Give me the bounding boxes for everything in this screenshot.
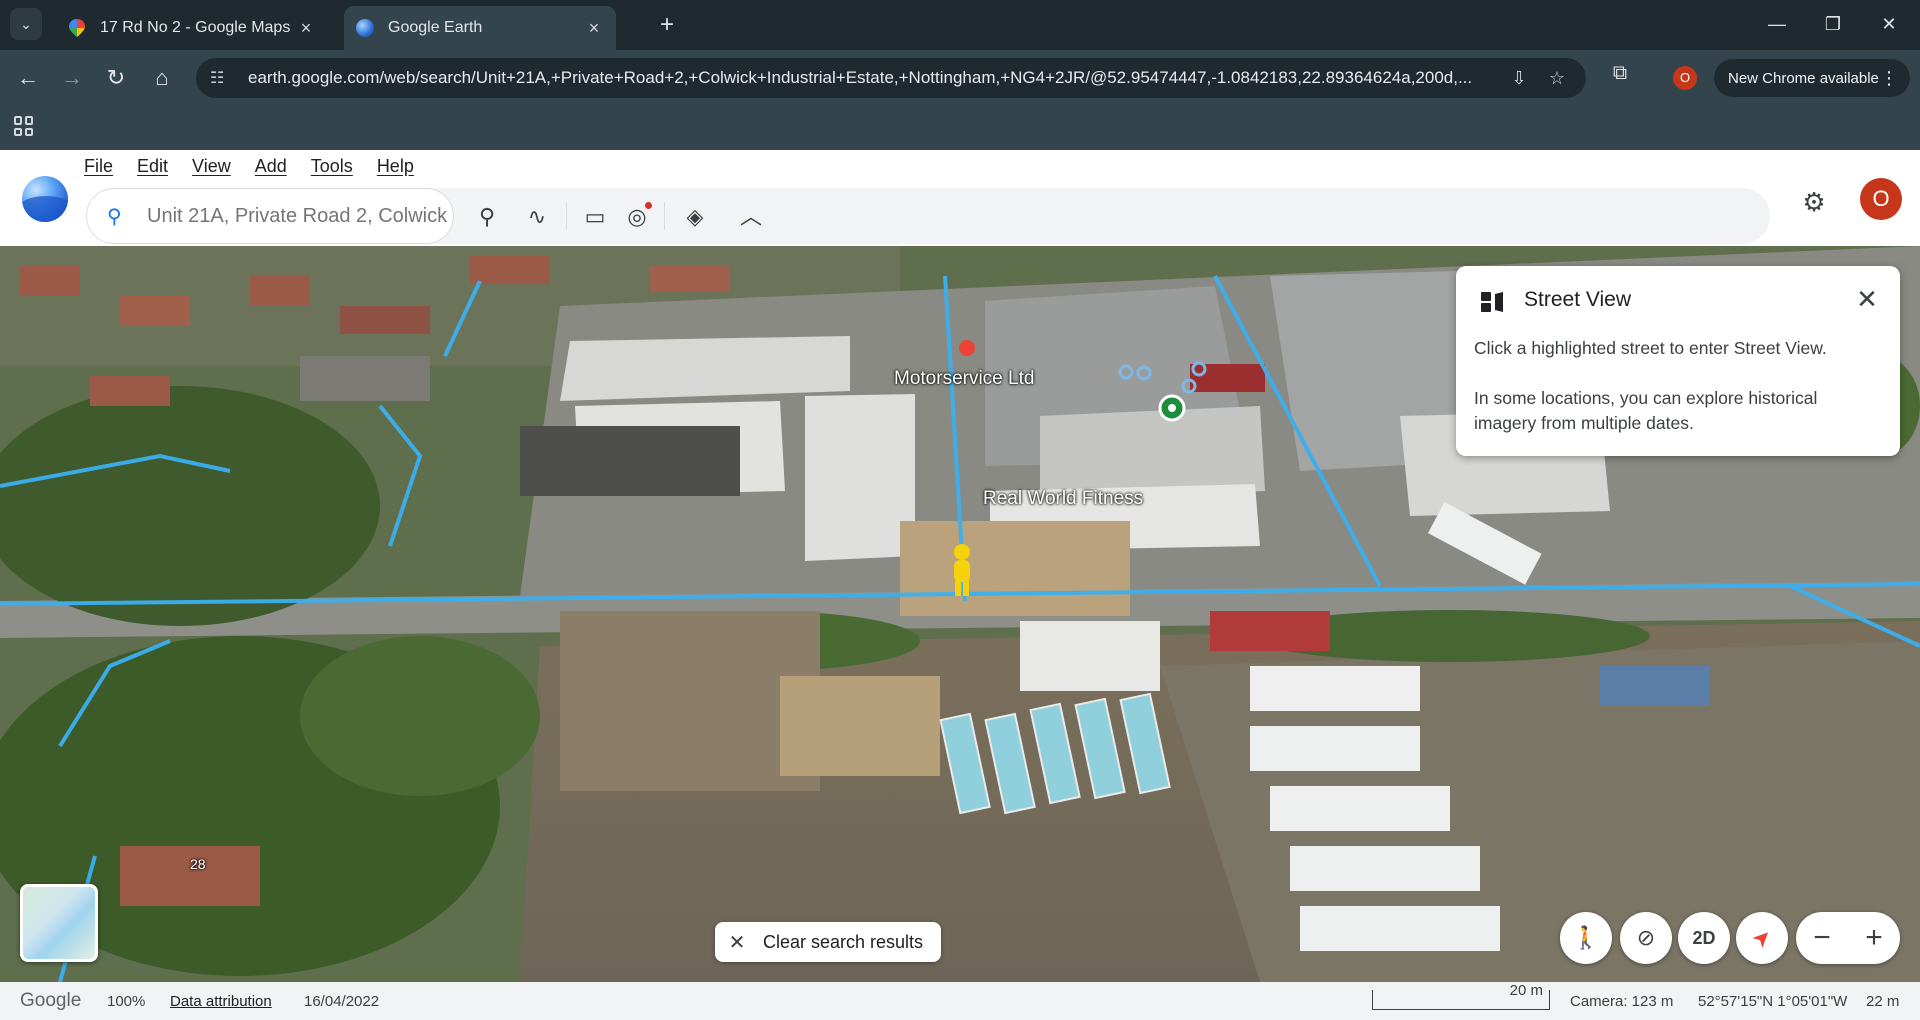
scale-bar: 20 m <box>1372 982 1550 1010</box>
bookmark-star-icon[interactable]: ☆ <box>1542 68 1572 89</box>
zoom-out-button[interactable]: − <box>1796 912 1848 964</box>
street-view-panel: Street View ✕ Click a highlighted street… <box>1456 266 1900 456</box>
toolbar-divider <box>566 202 567 230</box>
menu-file[interactable]: File <box>84 156 113 177</box>
zoom-level: 100% <box>107 993 146 1010</box>
google-earth-icon <box>356 19 374 37</box>
apps-grid-icon[interactable] <box>14 116 34 136</box>
menu-help[interactable]: Help <box>377 156 414 177</box>
tab-title: Google Earth <box>388 19 483 36</box>
minimap-thumbnail[interactable] <box>20 884 98 962</box>
scale-label: 20 m <box>1509 982 1543 999</box>
placemark-tool-icon[interactable]: ⚲ <box>470 200 504 234</box>
pegman-glyph: 🚶 <box>1572 925 1600 950</box>
north-reset-icon: ⊘ <box>1636 925 1656 950</box>
menu-view[interactable]: View <box>192 156 231 177</box>
new-tab-button[interactable]: + <box>652 10 682 40</box>
path-tool-icon[interactable]: ∿ <box>520 200 554 234</box>
search-input[interactable] <box>147 204 447 228</box>
street-view-icon <box>1481 292 1503 312</box>
layers-tool-icon[interactable]: ◈ <box>678 200 712 234</box>
voyager-glyph: ◎ <box>627 204 647 229</box>
maximize-button[interactable]: ❐ <box>1810 8 1856 40</box>
notification-dot <box>645 202 652 209</box>
install-app-icon[interactable]: ⇩ <box>1504 68 1534 89</box>
tab-strip: ⌄ 17 Rd No 2 - Google Maps × Google Eart… <box>0 0 1920 50</box>
place-label-motorservice[interactable]: Motorservice Ltd <box>894 368 1034 390</box>
close-icon: ✕ <box>728 931 746 954</box>
search-box[interactable]: ⚲ <box>86 188 454 244</box>
more-menu-icon[interactable]: ⋮ <box>1880 68 1898 89</box>
update-chip-label: New Chrome available <box>1728 69 1879 87</box>
search-icon[interactable]: ⚲ <box>107 204 129 229</box>
google-maps-pin-icon <box>68 19 86 37</box>
zoom-in-button[interactable]: + <box>1848 912 1900 964</box>
status-bar: Google 100% Data attribution 16/04/2022 … <box>0 982 1920 1020</box>
menu-edit[interactable]: Edit <box>137 156 168 177</box>
data-attribution-link[interactable]: Data attribution <box>170 993 272 1010</box>
clear-search-label: Clear search results <box>763 931 924 952</box>
house-number-label: 28 <box>190 856 206 872</box>
url-text[interactable]: earth.google.com/web/search/Unit+21A,+Pr… <box>248 68 1496 88</box>
clear-search-results-button[interactable]: ✕ Clear search results <box>715 922 941 962</box>
forward-button[interactable]: → <box>56 62 88 94</box>
earth-app-bar: File Edit View Add Tools Help ⚲ ⚲ ∿ ▭ ◎ … <box>0 150 1920 246</box>
close-icon[interactable]: ✕ <box>1852 284 1882 314</box>
extensions-icon[interactable]: ⧉ <box>1605 62 1635 92</box>
bookmarks-bar <box>0 106 1920 150</box>
site-info-icon[interactable]: ☷ <box>210 68 232 88</box>
settings-gear-icon[interactable]: ⚙ <box>1796 184 1832 220</box>
compass-needle: ➤ <box>1746 922 1778 954</box>
google-earth-logo[interactable] <box>22 176 68 222</box>
reset-tilt-button[interactable]: ⊘ <box>1620 912 1672 964</box>
tab-search-button[interactable]: ⌄ <box>10 8 42 40</box>
minimize-button[interactable]: — <box>1754 8 1800 40</box>
street-view-title: Street View <box>1524 288 1631 311</box>
toolbar-divider <box>664 202 665 230</box>
place-label-real-world-fitness[interactable]: Real World Fitness <box>983 488 1143 510</box>
google-logo: Google <box>20 990 82 1011</box>
address-bar[interactable]: ☷ earth.google.com/web/search/Unit+21A,+… <box>196 58 1586 98</box>
zoom-controls: − + <box>1796 912 1900 964</box>
imagery-date: 16/04/2022 <box>304 993 380 1010</box>
camera-altitude: Camera: 123 m <box>1570 993 1674 1010</box>
earth-toolbar: ⚲ ⚲ ∿ ▭ ◎ ◈ ︿ <box>86 188 1770 244</box>
tab-google-maps[interactable]: 17 Rd No 2 - Google Maps × <box>56 6 328 50</box>
chrome-update-chip[interactable]: New Chrome available ⋮ <box>1714 59 1910 97</box>
reload-button[interactable]: ↻ <box>100 62 132 94</box>
street-view-instruction: Click a highlighted street to enter Stre… <box>1474 338 1827 358</box>
measure-tool-icon[interactable]: ▭ <box>578 200 612 234</box>
tab-google-earth[interactable]: Google Earth × <box>344 6 616 50</box>
pegman-icon[interactable]: 🚶 <box>1560 912 1612 964</box>
menu-tools[interactable]: Tools <box>311 156 353 177</box>
tab-close-icon[interactable]: × <box>296 18 316 39</box>
coordinates: 52°57'15"N 1°05'01"W <box>1698 993 1848 1010</box>
browser-profile-avatar[interactable]: O <box>1673 66 1697 90</box>
tab-title: 17 Rd No 2 - Google Maps <box>100 19 291 36</box>
earth-menu: File Edit View Add Tools Help <box>84 156 414 177</box>
home-button[interactable]: ⌂ <box>146 62 178 94</box>
compass-icon[interactable]: ➤ <box>1736 912 1788 964</box>
chevron-down-icon: ⌄ <box>20 15 32 32</box>
back-button[interactable]: ← <box>12 62 44 94</box>
account-avatar[interactable]: O <box>1860 178 1902 220</box>
window-close-button[interactable]: ✕ <box>1866 8 1912 40</box>
toggle-2d-button[interactable]: 2D <box>1678 912 1730 964</box>
tab-close-icon[interactable]: × <box>584 18 604 39</box>
menu-add[interactable]: Add <box>255 156 287 177</box>
collapse-toolbar-icon[interactable]: ︿ <box>734 200 768 234</box>
street-view-history-note: In some locations, you can explore histo… <box>1474 388 1818 433</box>
voyager-tool-icon[interactable]: ◎ <box>620 200 654 234</box>
elevation: 22 m <box>1866 993 1900 1010</box>
